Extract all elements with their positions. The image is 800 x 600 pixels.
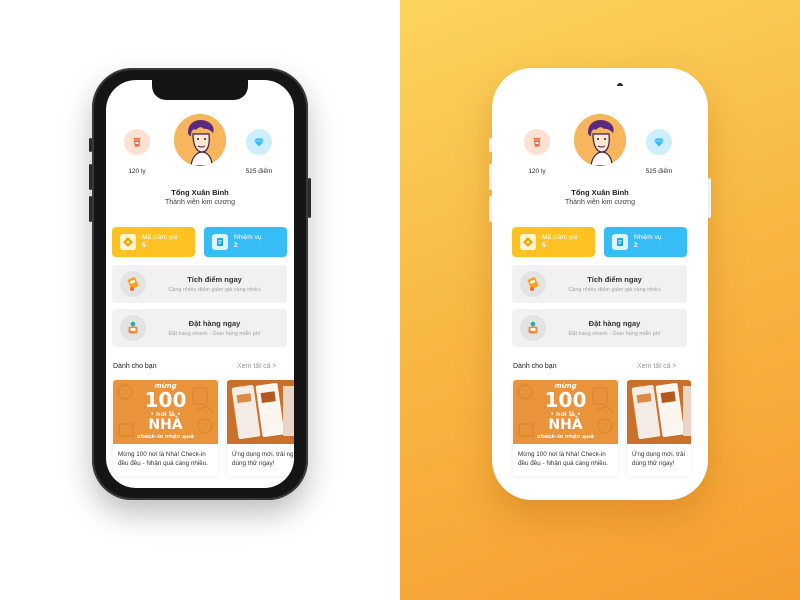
avatar[interactable] — [174, 114, 226, 166]
promo-description-line2: đều đều - Nhận quà càng nhiều. — [118, 460, 208, 467]
earn-points-subtitle: Càng nhiều điểm giảm giá càng nhiều — [568, 287, 661, 293]
see-all-link[interactable]: Xem tất cả > — [237, 363, 277, 370]
promo-banner-number: 100 — [144, 388, 187, 412]
mute-switch — [489, 138, 492, 152]
power-button — [308, 178, 311, 218]
coupon-icon — [520, 234, 536, 250]
diamond-icon[interactable] — [246, 129, 272, 155]
promo-description-line1: Ứng dụng mới, trải ng — [632, 451, 687, 458]
order-now-title: Đặt hàng ngay — [588, 319, 641, 328]
member-rank: Thành viên kim cương — [565, 199, 635, 206]
promo-description: Ứng dụng mới, trải ng dùng thử ngay! — [232, 450, 293, 468]
app-preview-image — [627, 380, 691, 444]
earn-points-button[interactable]: Tích điểm ngay Càng nhiều điểm giảm giá … — [112, 265, 287, 303]
profile-screen: 120 ly 525 điểm Tống Xuân Bình Thành viê… — [106, 80, 294, 488]
phone-mockup-light: 120 ly 525 điểm Tống Xuân Bình Thành viê… — [489, 68, 711, 500]
volume-up-button — [489, 164, 492, 190]
mission-card[interactable]: Nhiệm vụ 2 — [204, 227, 287, 257]
promo-banner-number: 100 — [544, 388, 587, 412]
cup-icon[interactable] — [524, 129, 550, 155]
app-screen: 120 ly 525 điểm Tống Xuân Bình Thành viê… — [506, 86, 694, 488]
power-button — [708, 178, 711, 218]
order-now-subtitle: Đặt hàng nhanh - Giao hàng miễn phí — [168, 331, 261, 337]
avatar[interactable] — [574, 114, 626, 166]
volume-down-button — [89, 196, 92, 222]
mission-count: 2 — [234, 242, 238, 249]
mission-icon — [612, 234, 628, 250]
promo-description-line1: Mừng 100 nơi là Nhà! Check-in — [118, 451, 206, 458]
promo-card[interactable]: Ứng dụng mới, trải ng dùng thử ngay! — [627, 380, 691, 476]
volume-up-button — [89, 164, 92, 190]
promo-banner-tag: check-in nhận quà — [537, 434, 594, 440]
coupon-label: Mã giảm giá — [542, 234, 578, 241]
promo-card[interactable]: Ứng dụng mới, trải ng dùng thử ngay! — [227, 380, 294, 476]
promo-description-line1: Ứng dụng mới, trải ng — [232, 451, 293, 458]
cups-count: 120 ly — [128, 168, 146, 175]
see-all-link[interactable]: Xem tất cả > — [637, 363, 677, 370]
order-now-title: Đặt hàng ngay — [188, 319, 241, 328]
notch — [152, 80, 248, 100]
earn-points-subtitle: Càng nhiều điểm giảm giá càng nhiều — [168, 287, 261, 293]
app-preview-image — [227, 380, 294, 444]
volume-down-button — [489, 196, 492, 222]
promo-card[interactable]: mừng 100 • nơi là • NHÀ check-in nhận qu… — [113, 380, 218, 476]
promo-banner-line3: NHÀ — [548, 417, 583, 433]
coupon-count: 5 — [542, 242, 546, 249]
promo-description-line2: đều đều - Nhận quà càng nhiều. — [518, 460, 608, 467]
mission-icon — [212, 234, 228, 250]
promo-banner-image: mừng 100 • nơi là • NHÀ check-in nhận qu… — [113, 380, 218, 444]
order-now-button[interactable]: Đặt hàng ngay Đặt hàng nhanh - Giao hàng… — [112, 309, 287, 347]
user-name: Tống Xuân Bình — [171, 188, 229, 197]
promo-card[interactable]: mừng 100 • nơi là • NHÀ check-in nhận qu… — [513, 380, 618, 476]
mission-label: Nhiệm vụ — [234, 234, 262, 241]
coupon-icon — [120, 234, 136, 250]
promo-description-line2: dùng thử ngay! — [232, 460, 275, 467]
promo-banner-tag: check-in nhận quà — [137, 434, 194, 440]
promo-banner-line3: NHÀ — [148, 417, 183, 433]
profile-screen: 120 ly 525 điểm Tống Xuân Bình Thành viê… — [506, 86, 694, 488]
app-screen: 120 ly 525 điểm Tống Xuân Bình Thành viê… — [106, 80, 294, 488]
promo-description: Mừng 100 nơi là Nhà! Check-in đều đều - … — [118, 450, 214, 468]
order-now-button[interactable]: Đặt hàng ngay Đặt hàng nhanh - Giao hàng… — [512, 309, 687, 347]
promo-description: Ứng dụng mới, trải ng dùng thử ngay! — [632, 450, 687, 468]
order-now-subtitle: Đặt hàng nhanh - Giao hàng miễn phí — [568, 331, 661, 337]
member-rank: Thành viên kim cương — [165, 199, 235, 206]
cup-icon[interactable] — [124, 129, 150, 155]
section-title: Dành cho bạn — [513, 363, 557, 370]
earn-points-title: Tích điểm ngay — [187, 275, 242, 284]
diamond-icon[interactable] — [646, 129, 672, 155]
mission-label: Nhiệm vụ — [634, 234, 662, 241]
promo-banner-image: mừng 100 • nơi là • NHÀ check-in nhận qu… — [513, 380, 618, 444]
promo-description: Mừng 100 nơi là Nhà! Check-in đều đều - … — [518, 450, 614, 468]
points-count: 525 điểm — [245, 168, 273, 175]
points-count: 525 điểm — [645, 168, 673, 175]
promo-description-line2: dùng thử ngay! — [632, 460, 675, 467]
earn-points-button[interactable]: Tích điểm ngay Càng nhiều điểm giảm giá … — [512, 265, 687, 303]
mission-count: 2 — [634, 242, 638, 249]
promo-description-line1: Mừng 100 nơi là Nhà! Check-in — [518, 451, 606, 458]
coupon-card[interactable]: Mã giảm giá 5 — [112, 227, 195, 257]
cups-count: 120 ly — [528, 168, 546, 175]
coupon-card[interactable]: Mã giảm giá 5 — [512, 227, 595, 257]
coupon-count: 5 — [142, 242, 146, 249]
mission-card[interactable]: Nhiệm vụ 2 — [604, 227, 687, 257]
coupon-label: Mã giảm giá — [142, 234, 178, 241]
mute-switch — [89, 138, 92, 152]
phone-mockup-dark: 120 ly 525 điểm Tống Xuân Bình Thành viê… — [89, 68, 311, 500]
user-name: Tống Xuân Bình — [571, 188, 629, 197]
section-title: Dành cho bạn — [113, 363, 157, 370]
earn-points-title: Tích điểm ngay — [587, 275, 642, 284]
